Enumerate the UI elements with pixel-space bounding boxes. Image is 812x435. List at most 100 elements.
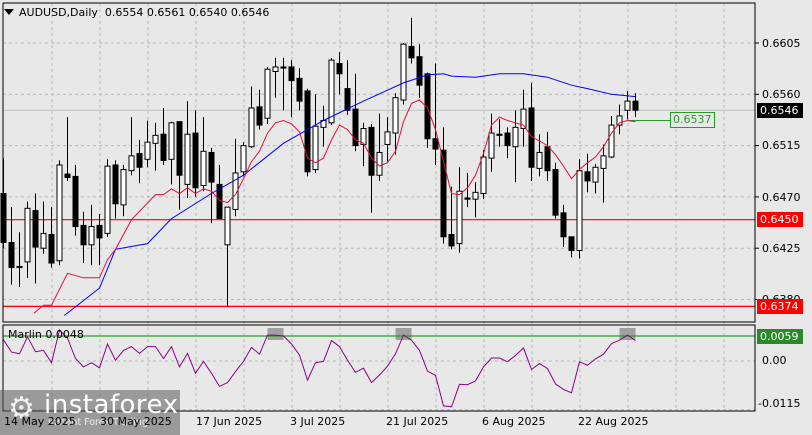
candle — [120, 164, 127, 217]
candle — [8, 207, 15, 285]
candle-body — [584, 171, 591, 182]
candle-body — [240, 145, 247, 173]
candle-body — [64, 173, 71, 179]
candle-body — [408, 45, 415, 59]
candle-body — [592, 166, 599, 183]
candle-body — [296, 77, 303, 102]
candle-body — [256, 106, 263, 126]
candle — [272, 57, 279, 98]
candle — [496, 119, 503, 147]
candle — [32, 193, 39, 284]
candle-body — [624, 100, 631, 111]
price-axis-label: 0.6515 — [762, 139, 801, 152]
candle — [416, 44, 423, 98]
candle-body — [576, 170, 583, 251]
candle — [200, 117, 207, 192]
candle-body — [56, 164, 63, 262]
candle — [560, 204, 567, 248]
date-label: 17 Jun 2025 — [196, 415, 263, 428]
candle — [128, 117, 135, 176]
candle — [192, 110, 199, 197]
candle — [240, 142, 247, 177]
date-label: 22 Aug 2025 — [578, 415, 649, 428]
candle-body — [32, 210, 39, 248]
candle — [232, 138, 239, 217]
candle — [504, 127, 511, 159]
chart-header: AUDUSD,Daily 0.6554 0.6561 0.6540 0.6546 — [4, 6, 269, 19]
fast-moving-average-line — [33, 99, 636, 314]
close-value: 0.6546 — [230, 6, 270, 19]
candle-body — [184, 133, 191, 185]
candle-body — [16, 265, 23, 269]
candle — [464, 172, 471, 208]
candle-body — [488, 132, 495, 159]
price-chart[interactable] — [0, 0, 812, 435]
candle — [360, 122, 367, 167]
candle-body — [512, 126, 519, 148]
candle-body — [144, 141, 151, 160]
peak-highlight-box — [267, 328, 284, 340]
candle — [456, 167, 463, 253]
candle — [528, 82, 535, 181]
candle-body — [472, 191, 479, 200]
candle — [328, 57, 335, 126]
dropdown-triangle-icon[interactable] — [4, 9, 14, 15]
grid — [3, 3, 759, 411]
candle — [16, 232, 23, 287]
candle-body — [608, 124, 615, 158]
candle — [152, 122, 159, 171]
candle-body — [632, 100, 639, 111]
candle — [472, 182, 479, 218]
candle — [400, 43, 407, 105]
candle-body — [504, 132, 511, 147]
candle-body — [112, 164, 119, 205]
symbol-timeframe: AUDUSD,Daily — [19, 6, 98, 19]
instaforex-logo: ⚙ instaforex Instant Forex Trading — [0, 390, 180, 435]
candle — [208, 147, 215, 224]
candle — [112, 160, 119, 219]
candle — [624, 90, 631, 120]
candle-body — [192, 132, 199, 189]
candle — [336, 52, 343, 95]
candle-body — [152, 134, 159, 144]
candle-body — [120, 169, 127, 206]
candle-body — [168, 122, 175, 160]
candle-body — [392, 97, 399, 134]
price-axis-label: 0.6560 — [762, 88, 801, 101]
candle — [184, 101, 191, 199]
candle-body — [480, 156, 487, 194]
candle — [216, 164, 223, 220]
candle-body — [344, 88, 351, 111]
candle-body — [200, 150, 207, 187]
date-label: 14 May 2025 — [4, 415, 76, 428]
candle — [544, 131, 551, 181]
candle-body — [8, 242, 15, 269]
indicator-level-tag: 0.0059 — [757, 329, 803, 344]
candle — [296, 68, 303, 111]
candle — [56, 160, 63, 266]
candle — [48, 207, 55, 268]
candle — [440, 127, 447, 244]
candle — [344, 60, 351, 115]
candle — [136, 139, 143, 184]
level-tag-lower: 0.6374 — [757, 299, 803, 314]
candle — [304, 88, 311, 177]
candle-body — [40, 232, 47, 249]
candle — [568, 236, 575, 258]
candle-body — [544, 146, 551, 172]
candle-body — [88, 226, 95, 246]
candle-body — [128, 155, 135, 172]
candle — [584, 153, 591, 193]
candle — [104, 159, 111, 237]
candle — [64, 117, 71, 181]
candle — [616, 104, 623, 135]
candle — [512, 110, 519, 183]
date-label: 3 Jul 2025 — [290, 415, 346, 428]
price-axis-label: 0.6605 — [762, 37, 801, 50]
candle-body — [272, 66, 279, 73]
candle-body — [328, 59, 335, 124]
candle — [552, 162, 559, 219]
candle-body — [48, 234, 55, 264]
candle — [168, 121, 175, 185]
price-axis-label: 0.6470 — [762, 191, 801, 204]
